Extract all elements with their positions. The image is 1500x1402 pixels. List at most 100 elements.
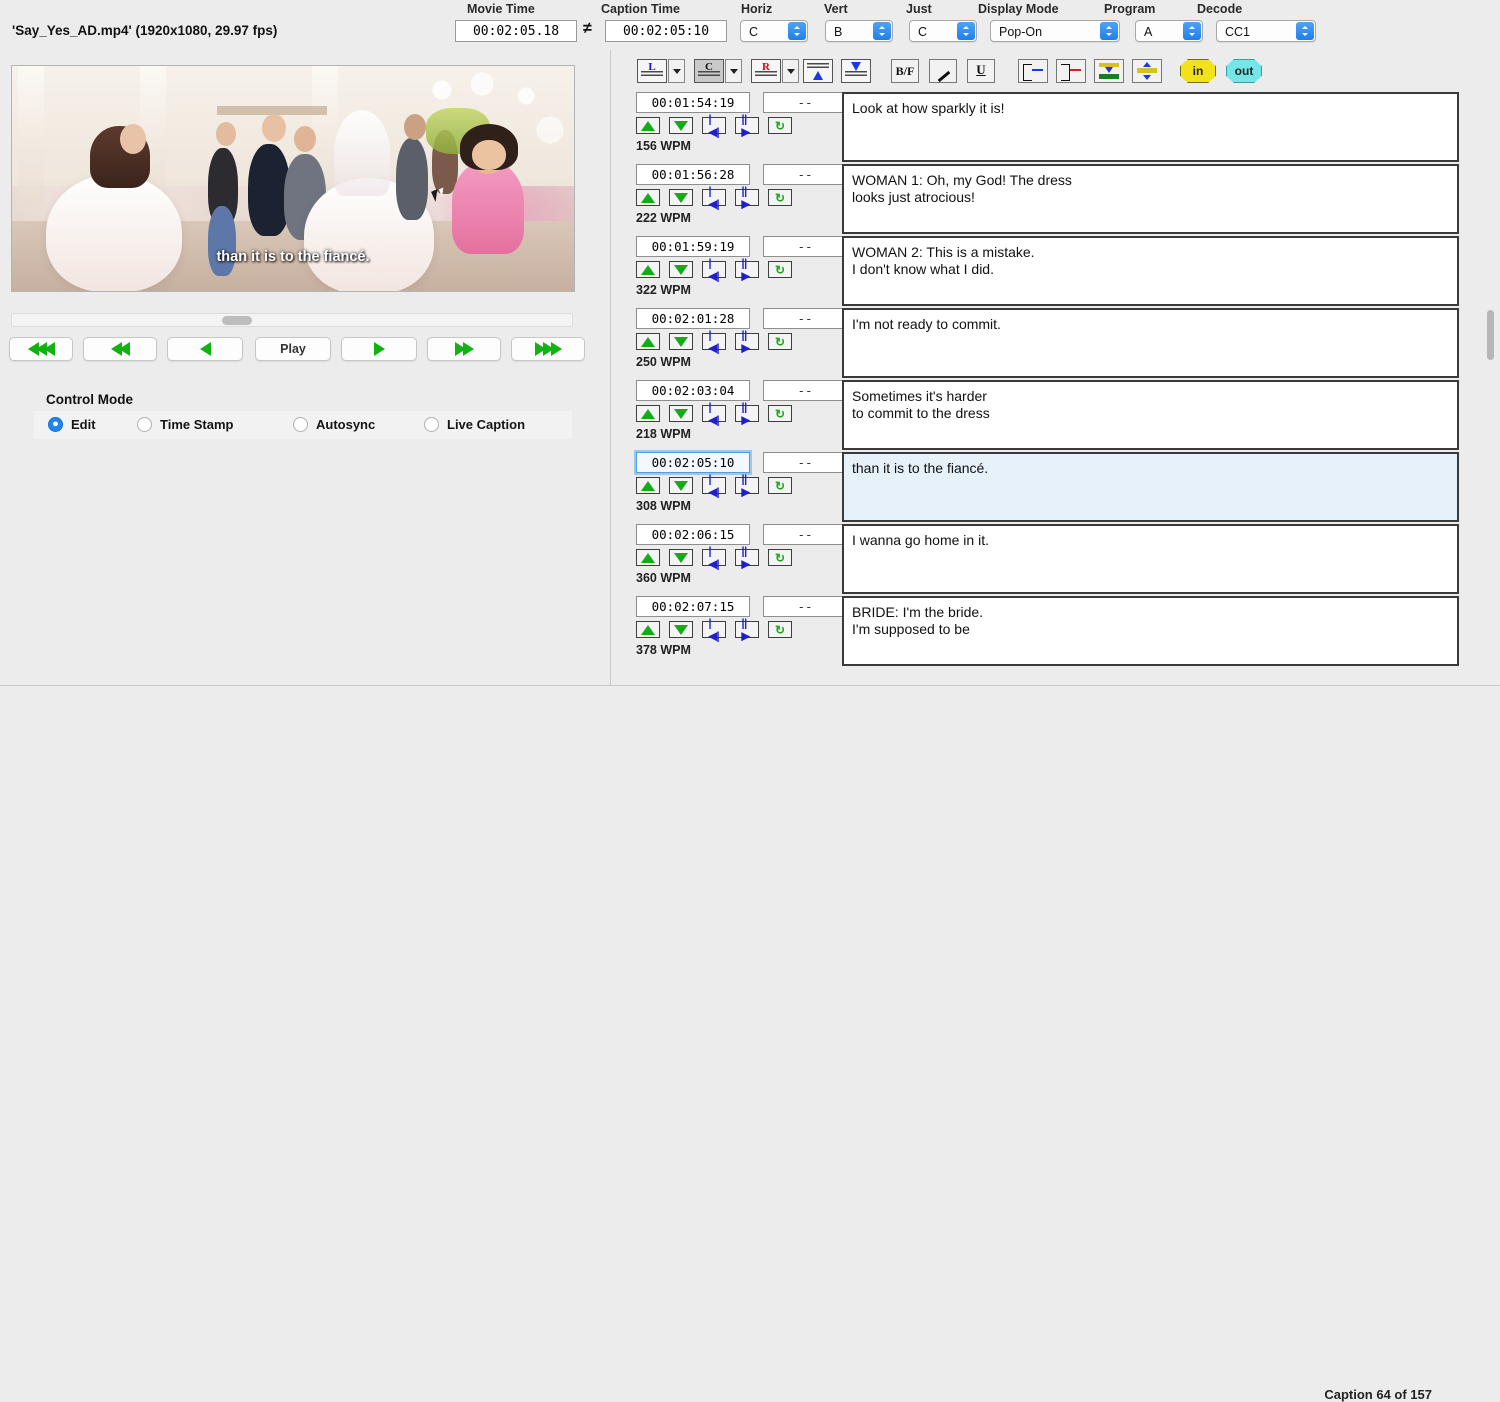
- extend-end-button[interactable]: ||▶: [735, 473, 759, 498]
- video-preview[interactable]: than it is to the fiancé.: [11, 65, 575, 292]
- move-down-button[interactable]: [669, 477, 693, 494]
- caption-timecode-field[interactable]: 00:02:03:04: [636, 380, 750, 401]
- move-up-button[interactable]: [636, 189, 660, 206]
- align-center-button[interactable]: C: [694, 59, 724, 83]
- caption-style-field[interactable]: --: [763, 380, 847, 401]
- mark-out-button[interactable]: out: [1226, 59, 1262, 83]
- caption-text-field[interactable]: BRIDE: I'm the bride. I'm supposed to be: [842, 596, 1459, 666]
- resync-button[interactable]: ↻: [768, 621, 792, 638]
- extend-end-button[interactable]: ||▶: [735, 401, 759, 426]
- extend-end-button[interactable]: ||▶: [735, 329, 759, 354]
- align-right-button[interactable]: R: [751, 59, 781, 83]
- video-scrubber-thumb[interactable]: [222, 316, 252, 325]
- forward-fastest-button[interactable]: [511, 337, 585, 361]
- vert-select[interactable]: B: [825, 20, 893, 42]
- move-up-button[interactable]: [636, 333, 660, 350]
- forward-fast-button[interactable]: [427, 337, 501, 361]
- movie-time-field[interactable]: 00:02:05.18: [455, 20, 577, 42]
- caption-timecode-field[interactable]: 00:01:54:19: [636, 92, 750, 113]
- caption-list-scrollbar[interactable]: [1487, 310, 1494, 360]
- align-right-dropdown[interactable]: [782, 59, 799, 83]
- step-forward-button[interactable]: [341, 337, 417, 361]
- extend-end-button[interactable]: ||▶: [735, 545, 759, 570]
- radio-live-caption[interactable]: [424, 417, 439, 432]
- resync-button[interactable]: ↻: [768, 477, 792, 494]
- move-up-button[interactable]: [636, 477, 660, 494]
- caption-text-field[interactable]: Sometimes it's harder to commit to the d…: [842, 380, 1459, 450]
- caption-text-field[interactable]: I'm not ready to commit.: [842, 308, 1459, 378]
- radio-edit[interactable]: [48, 417, 63, 432]
- move-down-button[interactable]: [669, 405, 693, 422]
- caption-style-field[interactable]: --: [763, 164, 847, 185]
- extend-start-button[interactable]: |◀|: [702, 257, 726, 282]
- caption-row[interactable]: 00:02:07:15 -- |◀| ||▶ ↻ 378 WPM BRIDE: I'm th…: [611, 596, 1489, 668]
- caption-text-field[interactable]: Look at how sparkly it is!: [842, 92, 1459, 162]
- move-down-button[interactable]: [669, 333, 693, 350]
- caption-timecode-field[interactable]: 00:01:56:28: [636, 164, 750, 185]
- resync-button[interactable]: ↻: [768, 189, 792, 206]
- extend-start-button[interactable]: |◀|: [702, 113, 726, 138]
- video-scrubber-track[interactable]: [11, 313, 573, 327]
- merge-caption-left-button[interactable]: [1018, 59, 1048, 83]
- move-up-button[interactable]: [636, 405, 660, 422]
- extend-end-button[interactable]: ||▶: [735, 113, 759, 138]
- caption-row[interactable]: 00:02:01:28 -- |◀| ||▶ ↻ 250 WPM I'm not ready…: [611, 308, 1489, 380]
- caption-row[interactable]: 00:02:06:15 -- |◀| ||▶ ↻ 360 WPM I wanna go ho…: [611, 524, 1489, 596]
- move-down-button[interactable]: [669, 621, 693, 638]
- resync-button[interactable]: ↻: [768, 549, 792, 566]
- move-down-button[interactable]: [669, 549, 693, 566]
- caption-text-field[interactable]: WOMAN 1: Oh, my God! The dress looks jus…: [842, 164, 1459, 234]
- caption-text-field[interactable]: I wanna go home in it.: [842, 524, 1459, 594]
- caption-timecode-field[interactable]: 00:02:07:15: [636, 596, 750, 617]
- extend-end-button[interactable]: ||▶: [735, 617, 759, 642]
- italic-button[interactable]: [929, 59, 957, 83]
- extend-start-button[interactable]: |◀|: [702, 617, 726, 642]
- caption-style-field[interactable]: --: [763, 308, 847, 329]
- caption-row[interactable]: 00:01:59:19 -- |◀| ||▶ ↻ 322 WPM WOMAN 2: This…: [611, 236, 1489, 308]
- rewind-fastest-button[interactable]: [9, 337, 73, 361]
- resync-button[interactable]: ↻: [768, 261, 792, 278]
- move-down-button[interactable]: [669, 189, 693, 206]
- extend-start-button[interactable]: |◀|: [702, 401, 726, 426]
- move-up-button[interactable]: [636, 621, 660, 638]
- caption-text-field[interactable]: WOMAN 2: This is a mistake. I don't know…: [842, 236, 1459, 306]
- split-caption-right-button[interactable]: [1056, 59, 1086, 83]
- caption-time-field[interactable]: 00:02:05:10: [605, 20, 727, 42]
- mark-in-button[interactable]: in: [1180, 59, 1216, 83]
- caption-list[interactable]: 00:01:54:19 -- |◀| ||▶ ↻ 156 WPM Look at how s…: [611, 92, 1489, 684]
- caption-style-field[interactable]: --: [763, 236, 847, 257]
- decode-select[interactable]: CC1: [1216, 20, 1316, 42]
- extend-start-button[interactable]: |◀|: [702, 185, 726, 210]
- resync-button[interactable]: ↻: [768, 117, 792, 134]
- move-down-button[interactable]: [669, 117, 693, 134]
- program-select[interactable]: A: [1135, 20, 1203, 42]
- radio-time-stamp[interactable]: [137, 417, 152, 432]
- split-apart-button[interactable]: [1132, 59, 1162, 83]
- caption-style-field[interactable]: --: [763, 452, 847, 473]
- caption-style-field[interactable]: --: [763, 596, 847, 617]
- background-foreground-button[interactable]: B/F: [891, 59, 919, 83]
- align-left-dropdown[interactable]: [668, 59, 685, 83]
- play-button[interactable]: Play: [255, 337, 331, 361]
- caption-text-field[interactable]: than it is to the fiancé.: [842, 452, 1459, 522]
- align-center-dropdown[interactable]: [725, 59, 742, 83]
- move-up-button[interactable]: [636, 261, 660, 278]
- radio-autosync[interactable]: [293, 417, 308, 432]
- rewind-fast-button[interactable]: [83, 337, 157, 361]
- caption-row[interactable]: 00:02:03:04 -- |◀| ||▶ ↻ 218 WPM Sometimes it'…: [611, 380, 1489, 452]
- extend-end-button[interactable]: ||▶: [735, 185, 759, 210]
- move-caption-down-button[interactable]: [841, 59, 871, 83]
- caption-style-field[interactable]: --: [763, 92, 847, 113]
- caption-timecode-field[interactable]: 00:02:01:28: [636, 308, 750, 329]
- caption-timecode-field[interactable]: 00:02:05:10: [636, 452, 750, 473]
- caption-timecode-field[interactable]: 00:02:06:15: [636, 524, 750, 545]
- extend-end-button[interactable]: ||▶: [735, 257, 759, 282]
- merge-down-button[interactable]: [1094, 59, 1124, 83]
- move-up-button[interactable]: [636, 117, 660, 134]
- extend-start-button[interactable]: |◀|: [702, 545, 726, 570]
- extend-start-button[interactable]: |◀|: [702, 329, 726, 354]
- resync-button[interactable]: ↻: [768, 405, 792, 422]
- caption-row[interactable]: 00:02:05:10 -- |◀| ||▶ ↻ 308 WPM than it is to…: [611, 452, 1489, 524]
- underline-button[interactable]: U: [967, 59, 995, 83]
- move-caption-up-button[interactable]: [803, 59, 833, 83]
